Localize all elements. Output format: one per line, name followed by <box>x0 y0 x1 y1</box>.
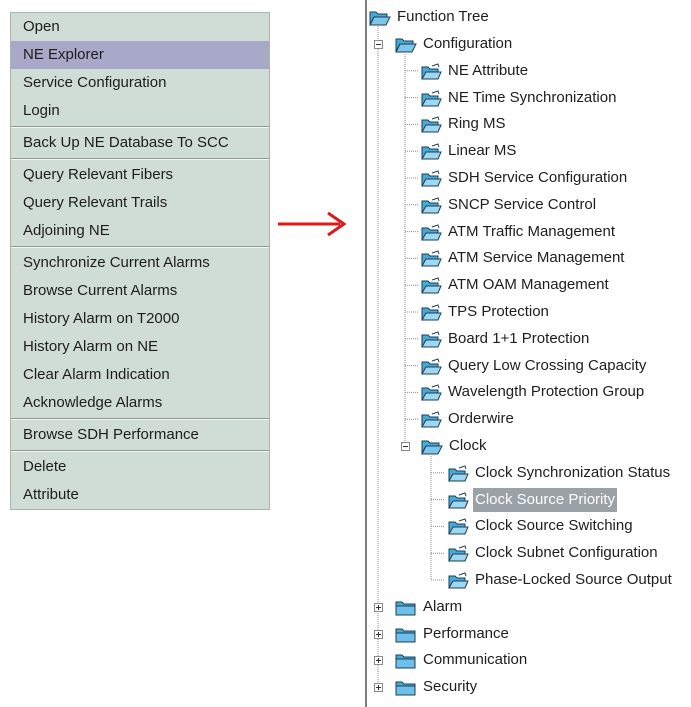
function-folder-icon <box>447 545 469 562</box>
tree-node-label: Phase-Locked Source Output <box>475 571 672 588</box>
tree-node-label: Configuration <box>423 35 513 52</box>
tree-node-label: Ring MS <box>448 115 506 133</box>
tree-node-label: ATM Service Management <box>448 249 625 267</box>
menu-item-back-up-ne-database-to-scc[interactable]: Back Up NE Database To SCC <box>11 129 269 157</box>
function-folder-icon <box>420 357 442 375</box>
menu-item-history-alarm-on-ne[interactable]: History Alarm on NE <box>11 333 269 361</box>
function-folder-icon <box>447 572 469 589</box>
context-menu: Open NE Explorer Service Configuration Logi… <box>10 12 270 510</box>
function-folder-icon <box>420 250 442 267</box>
menu-item-synchronize-current-alarms[interactable]: Synchronize Current Alarms <box>11 249 269 277</box>
tree-node-label: NE Attribute <box>448 61 529 79</box>
function-folder-icon <box>420 143 442 160</box>
tree-node-label: Query Low Crossing Capacity <box>448 356 647 374</box>
tree-node-label: Alarm <box>423 597 463 615</box>
tree-node-label: TPS Protection <box>448 303 549 320</box>
function-folder-icon <box>420 277 442 294</box>
menu-item-service-configuration[interactable]: Service Configuration <box>11 69 269 97</box>
tree-node-label: Clock Source Switching <box>475 517 633 535</box>
tree-node-label: SNCP Service Control <box>448 195 597 213</box>
folder-open-icon <box>421 438 443 455</box>
folder-icon <box>395 626 417 643</box>
function-folder-icon <box>420 116 442 133</box>
menu-item-clear-alarm-indication[interactable]: Clear Alarm Indication <box>11 361 269 389</box>
function-folder-icon <box>447 465 469 482</box>
function-folder-icon <box>447 518 469 535</box>
function-folder-icon <box>420 223 442 241</box>
menu-item-delete[interactable]: Delete <box>11 453 269 481</box>
menu-item-adjoining-ne[interactable]: Adjoining NE <box>11 217 269 245</box>
tree-node-label: Clock Source Priority <box>473 487 618 512</box>
function-folder-icon <box>420 304 442 321</box>
tree-node-label: NE Time Synchronization <box>448 88 617 106</box>
collapse-minus-icon[interactable] <box>401 442 410 451</box>
tree-node-label: Function Tree <box>397 8 489 25</box>
function-folder-icon <box>420 170 442 187</box>
function-folder-icon <box>420 89 442 107</box>
menu-separator <box>11 126 269 128</box>
tree-node-label: ATM OAM Management <box>448 276 609 294</box>
menu-item-browse-current-alarms[interactable]: Browse Current Alarms <box>11 277 269 305</box>
folder-open-icon <box>395 36 417 53</box>
function-folder-icon <box>447 491 469 509</box>
collapse-minus-icon[interactable] <box>374 40 383 49</box>
tree-node-label: ATM Traffic Management <box>448 222 616 240</box>
menu-item-query-relevant-trails[interactable]: Query Relevant Trails <box>11 189 269 217</box>
tree-node-label: Linear MS <box>448 142 517 160</box>
folder-open-icon <box>369 9 391 26</box>
folder-icon <box>395 652 417 669</box>
menu-separator <box>11 246 269 248</box>
menu-separator <box>11 158 269 160</box>
folder-icon <box>395 599 417 616</box>
menu-item-query-relevant-fibers[interactable]: Query Relevant Fibers <box>11 161 269 189</box>
tree-node-label: Communication <box>423 651 528 669</box>
menu-item-browse-sdh-performance[interactable]: Browse SDH Performance <box>11 421 269 449</box>
expand-plus-icon[interactable] <box>374 683 383 693</box>
menu-separator <box>11 450 269 452</box>
tree-node-label: Security <box>423 678 478 696</box>
tree-node-label: Clock Synchronization Status <box>475 463 671 481</box>
menu-separator <box>11 418 269 420</box>
tree-node-label: Wavelength Protection Group <box>448 383 645 401</box>
menu-item-login[interactable]: Login <box>11 97 269 125</box>
expand-plus-icon[interactable] <box>374 629 383 639</box>
function-folder-icon <box>420 197 442 214</box>
tree-node-label: Clock <box>449 437 487 454</box>
function-folder-icon <box>420 63 442 80</box>
expand-plus-icon[interactable] <box>374 656 383 666</box>
tree-node-label: Board 1+1 Protection <box>448 329 590 347</box>
tree-node-label: Orderwire <box>448 410 514 428</box>
tree-node-label: Performance <box>423 624 509 642</box>
menu-item-open[interactable]: Open <box>11 13 269 41</box>
menu-item-history-alarm-on-t2000[interactable]: History Alarm on T2000 <box>11 305 269 333</box>
expand-plus-icon[interactable] <box>374 602 383 612</box>
function-folder-icon <box>420 384 442 401</box>
menu-item-acknowledge-alarms[interactable]: Acknowledge Alarms <box>11 389 269 417</box>
function-tree: Function Tree Configuration NE Attribute… <box>365 0 691 707</box>
red-arrow-icon <box>278 211 347 237</box>
tree-node-label: SDH Service Configuration <box>448 169 628 186</box>
tree-node-label: Clock Subnet Configuration <box>475 544 658 562</box>
folder-icon <box>395 679 417 696</box>
function-folder-icon <box>420 331 442 348</box>
function-folder-icon <box>420 411 442 428</box>
menu-item-ne-explorer[interactable]: NE Explorer <box>11 41 269 69</box>
menu-item-attribute[interactable]: Attribute <box>11 481 269 509</box>
